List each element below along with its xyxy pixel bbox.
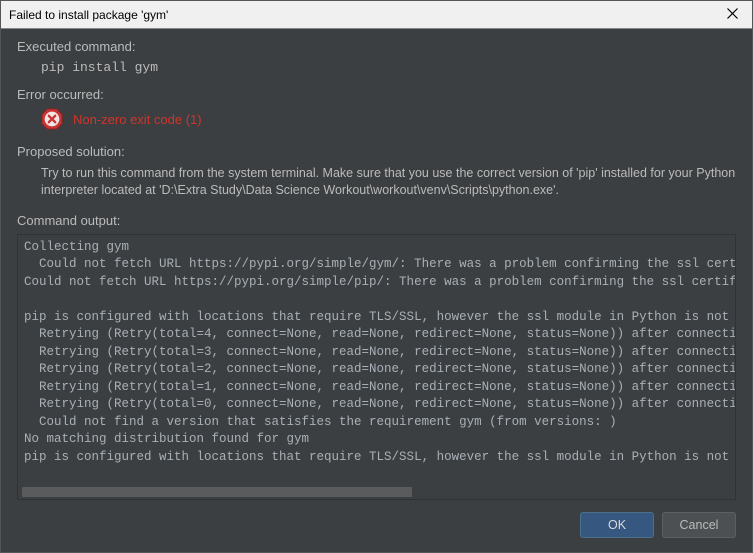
button-row: OK Cancel bbox=[1, 500, 752, 550]
error-label: Error occurred: bbox=[17, 87, 736, 102]
output-label: Command output: bbox=[17, 213, 736, 228]
command-output-text[interactable]: Collecting gym Could not fetch URL https… bbox=[18, 235, 735, 485]
dialog-content: Executed command: pip install gym Error … bbox=[1, 29, 752, 228]
titlebar: Failed to install package 'gym' bbox=[1, 1, 752, 29]
window-title: Failed to install package 'gym' bbox=[9, 8, 168, 22]
error-message: Non-zero exit code (1) bbox=[73, 112, 202, 127]
solution-text: Try to run this command from the system … bbox=[17, 165, 736, 199]
close-icon bbox=[727, 7, 738, 22]
cancel-button[interactable]: Cancel bbox=[662, 512, 736, 538]
command-output-box: Collecting gym Could not fetch URL https… bbox=[17, 234, 736, 500]
scrollbar-thumb[interactable] bbox=[22, 487, 412, 497]
solution-label: Proposed solution: bbox=[17, 144, 736, 159]
ok-button[interactable]: OK bbox=[580, 512, 654, 538]
executed-label: Executed command: bbox=[17, 39, 736, 54]
error-row: Non-zero exit code (1) bbox=[17, 108, 736, 130]
error-icon bbox=[41, 108, 63, 130]
close-button[interactable] bbox=[712, 1, 752, 29]
executed-command: pip install gym bbox=[17, 60, 736, 75]
horizontal-scrollbar[interactable] bbox=[22, 487, 731, 497]
